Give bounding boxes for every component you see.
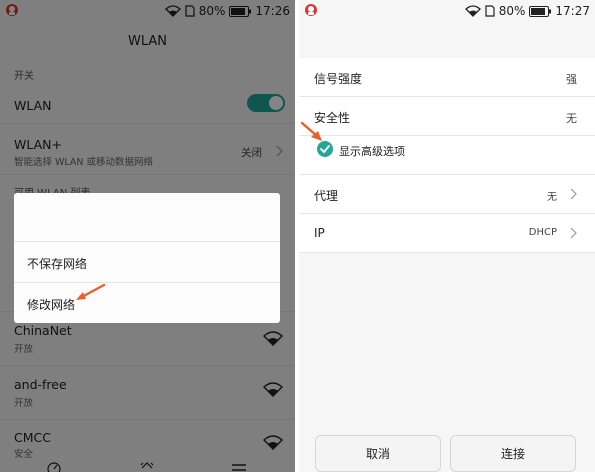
signal-strength-label: 信号强度 [314, 72, 363, 86]
forget-network-label: 不保存网络 [27, 257, 88, 271]
chevron-right-icon [570, 227, 577, 239]
ip-label: IP [314, 226, 325, 240]
chevron-right-icon [570, 188, 577, 200]
annotation-arrow [300, 121, 322, 141]
proxy-value: 无 [547, 192, 557, 203]
cancel-button[interactable]: 取消 [315, 435, 441, 472]
wlan-settings-screen: 80% 17:26 WLAN 开关 WLAN WLAN+ 智能选择 WLAN 或… [0, 0, 295, 472]
forget-network-option[interactable]: 不保存网络 [14, 241, 280, 282]
battery-icon [529, 5, 552, 17]
status-bar: 80% 17:27 [299, 0, 595, 22]
security-row: 安全性 无 [299, 97, 595, 136]
modify-network-option[interactable]: 修改网络 [14, 282, 280, 323]
modify-network-label: 修改网络 [27, 298, 76, 312]
battery-percent: 80% [498, 4, 526, 18]
ip-row[interactable]: IP DHCP [299, 214, 595, 253]
annotation-arrow [76, 283, 106, 300]
proxy-label: 代理 [314, 189, 339, 203]
ip-value: DHCP [528, 227, 557, 238]
signal-strength-row: 信号强度 强 [299, 58, 595, 97]
network-details-screen: 80% 17:27 信号强度 强 安全性 无 代理 无 IP DHCP 显示高级… [299, 0, 595, 472]
connect-button[interactable]: 连接 [450, 435, 576, 472]
sim-icon [485, 5, 495, 17]
security-value: 无 [566, 112, 577, 125]
dialog-header [299, 22, 595, 58]
advanced-options-label: 显示高级选项 [339, 145, 405, 158]
wifi-status-icon [464, 5, 481, 17]
clock: 17:27 [555, 4, 590, 18]
network-options-dialog: 不保存网络 修改网络 [14, 193, 280, 323]
signal-strength-value: 强 [566, 73, 577, 86]
app-notification-icon [304, 3, 318, 17]
proxy-row[interactable]: 代理 无 [299, 175, 595, 214]
